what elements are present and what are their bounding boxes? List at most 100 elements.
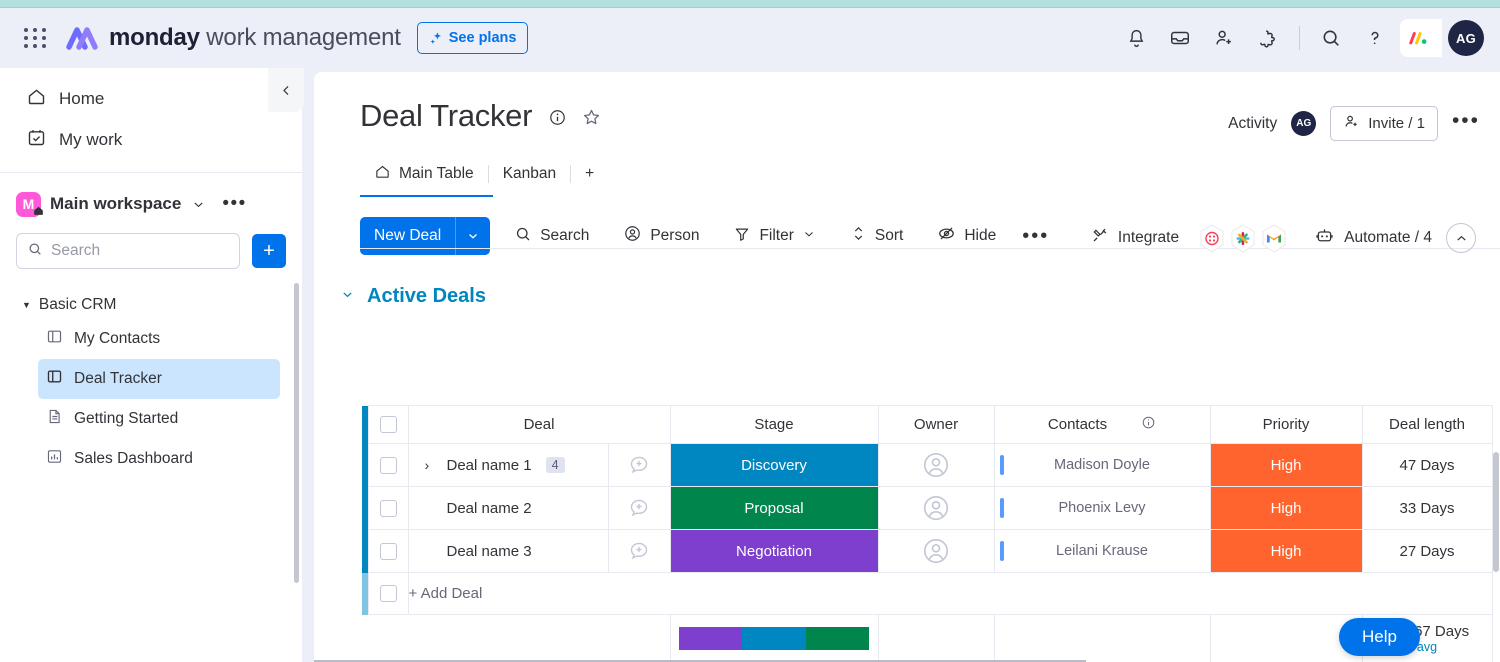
collapse-header-button[interactable] <box>1446 223 1476 253</box>
sidebar-collapse-button[interactable] <box>268 68 304 112</box>
add-deal-label[interactable]: + Add Deal <box>407 572 1493 615</box>
table-row[interactable]: Deal name 3 Negotiation Leilani Krause H… <box>362 529 1493 573</box>
tab-kanban[interactable]: Kanban <box>489 157 570 191</box>
table-body: › Deal name 1 4 Discovery Madison Doyle … <box>362 443 1493 662</box>
invite-button[interactable]: Invite / 1 <box>1330 106 1438 141</box>
info-icon[interactable] <box>1141 415 1156 434</box>
sidebar-item-deal-tracker[interactable]: Deal Tracker <box>38 359 280 399</box>
column-header-priority[interactable]: Priority <box>1209 405 1363 444</box>
integrate-button[interactable]: Integrate <box>1090 226 1179 250</box>
chevron-down-icon[interactable] <box>340 287 355 307</box>
column-header-owner[interactable]: Owner <box>877 405 995 444</box>
board-vertical-scrollbar[interactable] <box>1493 452 1499 572</box>
see-plans-button[interactable]: See plans <box>416 22 529 54</box>
cell-add-update[interactable] <box>607 486 671 530</box>
inbox-icon[interactable] <box>1161 19 1199 57</box>
monday-logo-icon[interactable] <box>1400 19 1442 57</box>
tab-main-table[interactable]: Main Table <box>360 157 488 191</box>
slack-icon[interactable] <box>1228 222 1257 254</box>
person-placeholder-icon[interactable] <box>879 450 994 480</box>
column-header-deal-length[interactable]: Deal length <box>1361 405 1493 444</box>
info-icon[interactable] <box>548 108 567 132</box>
cell-owner[interactable] <box>877 443 995 487</box>
cell-deal-length[interactable]: 47 Days <box>1361 443 1493 487</box>
cell-owner[interactable] <box>877 486 995 530</box>
column-header-deal[interactable]: Deal <box>407 405 671 444</box>
sidebar-item-home[interactable]: Home <box>8 78 294 119</box>
table-row[interactable]: Deal name 2 Proposal Phoenix Levy High 3… <box>362 486 1493 530</box>
column-header-stage[interactable]: Stage <box>669 405 879 444</box>
apps-grid-icon[interactable] <box>18 28 52 48</box>
row-checkbox-cell[interactable] <box>367 529 409 573</box>
question-mark-icon[interactable] <box>1356 19 1394 57</box>
cell-add-update[interactable] <box>607 443 671 487</box>
add-row[interactable]: + Add Deal <box>362 572 1493 615</box>
cell-priority[interactable]: High <box>1209 529 1363 573</box>
workspace-more-icon[interactable]: ••• <box>222 194 246 213</box>
row-checkbox-cell[interactable] <box>367 443 409 487</box>
sidebar-item-my-contacts[interactable]: My Contacts <box>38 319 280 359</box>
workspace-selector[interactable]: M Main workspace ••• <box>0 181 302 227</box>
row-checkbox[interactable] <box>379 499 397 517</box>
tree-root-basic-crm[interactable]: ▼ Basic CRM <box>0 291 302 319</box>
cell-deal-name[interactable]: Deal name 2 <box>407 486 609 530</box>
expand-subitems-icon[interactable]: › <box>425 457 437 473</box>
add-row-checkbox-cell[interactable] <box>367 572 409 615</box>
cell-contacts[interactable]: Phoenix Levy <box>993 486 1211 530</box>
cell-deal-name[interactable]: Deal name 3 <box>407 529 609 573</box>
sidebar-item-getting-started[interactable]: Getting Started <box>38 399 280 439</box>
tab-add-view[interactable]: + <box>571 157 608 191</box>
avatar[interactable]: AG <box>1448 20 1484 56</box>
chevron-left-icon <box>282 85 288 95</box>
automate-button[interactable]: Automate / 4 <box>1314 225 1432 251</box>
chevron-down-icon[interactable] <box>802 227 816 246</box>
cell-stage[interactable]: Negotiation <box>669 529 879 573</box>
cell-deal-length[interactable]: 33 Days <box>1361 486 1493 530</box>
row-checkbox-cell[interactable] <box>367 486 409 530</box>
cell-contacts[interactable]: Madison Doyle <box>993 443 1211 487</box>
sidebar-item-my-work[interactable]: My work <box>8 119 294 160</box>
new-deal-button[interactable]: New Deal <box>360 217 491 255</box>
bell-icon[interactable] <box>1117 19 1155 57</box>
row-checkbox[interactable] <box>379 456 397 474</box>
activity-avatar[interactable]: AG <box>1291 111 1317 136</box>
person-placeholder-icon[interactable] <box>879 536 994 566</box>
chevron-down-icon[interactable] <box>191 197 206 212</box>
sidebar-scrollbar[interactable] <box>294 283 299 583</box>
cell-owner[interactable] <box>877 529 995 573</box>
search-icon[interactable] <box>1312 19 1350 57</box>
add-update-icon[interactable] <box>609 454 670 476</box>
sidebar-item-sales-dashboard[interactable]: Sales Dashboard <box>38 439 280 479</box>
sidebar-search-box[interactable] <box>16 233 240 269</box>
select-all-checkbox-cell[interactable] <box>367 405 409 444</box>
cell-priority[interactable]: High <box>1209 443 1363 487</box>
search-input[interactable] <box>51 242 229 260</box>
cell-contacts[interactable]: Leilani Krause <box>993 529 1211 573</box>
row-checkbox[interactable] <box>379 542 397 560</box>
select-all-checkbox[interactable] <box>379 416 397 433</box>
table-row[interactable]: › Deal name 1 4 Discovery Madison Doyle … <box>362 443 1493 487</box>
add-update-icon[interactable] <box>609 497 670 519</box>
person-placeholder-icon[interactable] <box>879 493 994 523</box>
cell-add-update[interactable] <box>607 529 671 573</box>
cell-deal-length[interactable]: 27 Days <box>1361 529 1493 573</box>
cell-stage[interactable]: Proposal <box>669 486 879 530</box>
summary-stage-distribution[interactable] <box>669 614 879 662</box>
cell-stage[interactable]: Discovery <box>669 443 879 487</box>
puzzle-icon[interactable] <box>1249 19 1287 57</box>
cell-priority[interactable]: High <box>1209 486 1363 530</box>
star-icon[interactable] <box>581 107 602 133</box>
add-board-button[interactable]: + <box>252 234 286 268</box>
group-title[interactable]: Active Deals <box>367 285 486 308</box>
cell-deal-name[interactable]: › Deal name 1 4 <box>407 443 609 487</box>
toolbar-more-icon[interactable]: ••• <box>1014 226 1057 246</box>
person-add-icon[interactable] <box>1205 19 1243 57</box>
add-update-icon[interactable] <box>609 540 670 562</box>
dot-grid-icon[interactable] <box>1197 222 1226 254</box>
chevron-down-icon[interactable] <box>456 229 490 243</box>
column-header-contacts[interactable]: Contacts <box>993 405 1211 444</box>
board-more-icon[interactable]: ••• <box>1452 110 1480 132</box>
add-row-checkbox[interactable] <box>379 585 397 602</box>
help-button[interactable]: Help <box>1339 618 1420 656</box>
gmail-icon[interactable] <box>1259 222 1288 254</box>
